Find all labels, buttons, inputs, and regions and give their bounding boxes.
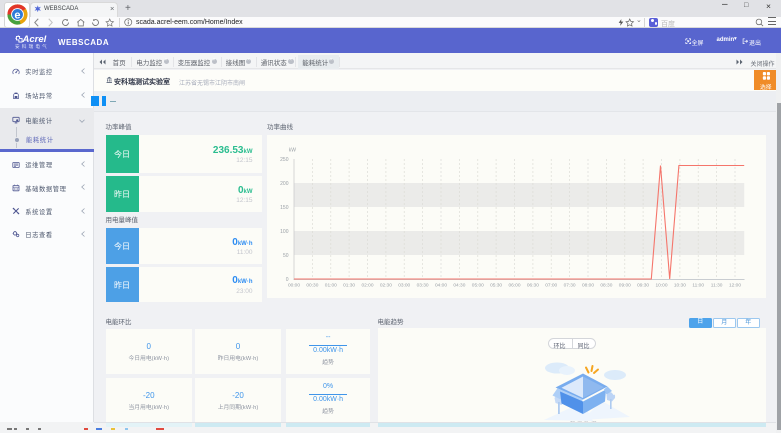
svg-text:00:00: 00:00 <box>288 283 300 289</box>
svg-text:11:00: 11:00 <box>692 283 704 289</box>
svg-text:08:30: 08:30 <box>600 283 612 289</box>
svg-text:250: 250 <box>280 157 289 163</box>
svg-text:09:00: 09:00 <box>619 283 631 289</box>
svg-text:03:00: 03:00 <box>398 283 410 289</box>
svg-text:01:00: 01:00 <box>325 283 337 289</box>
svg-text:12:00: 12:00 <box>729 283 741 289</box>
svg-text:07:00: 07:00 <box>545 283 557 289</box>
svg-text:04:30: 04:30 <box>453 283 465 289</box>
svg-text:200: 200 <box>280 181 289 187</box>
svg-text:04:00: 04:00 <box>435 283 447 289</box>
svg-text:00:30: 00:30 <box>306 283 318 289</box>
svg-text:03:30: 03:30 <box>417 283 429 289</box>
svg-text:kW: kW <box>289 148 297 154</box>
svg-text:150: 150 <box>280 205 289 211</box>
svg-text:02:30: 02:30 <box>380 283 392 289</box>
svg-text:50: 50 <box>283 253 289 259</box>
svg-text:09:30: 09:30 <box>637 283 649 289</box>
svg-text:e: e <box>14 9 20 21</box>
svg-text:11:30: 11:30 <box>711 283 723 289</box>
svg-text:0: 0 <box>286 277 289 283</box>
svg-text:06:00: 06:00 <box>508 283 520 289</box>
svg-text:05:30: 05:30 <box>490 283 502 289</box>
svg-text:06:30: 06:30 <box>527 283 539 289</box>
svg-text:10:00: 10:00 <box>655 283 667 289</box>
svg-text:05:00: 05:00 <box>472 283 484 289</box>
svg-text:02:00: 02:00 <box>361 283 373 289</box>
svg-text:10:30: 10:30 <box>674 283 686 289</box>
svg-text:01:30: 01:30 <box>343 283 355 289</box>
svg-text:100: 100 <box>280 229 289 235</box>
svg-text:08:00: 08:00 <box>582 283 594 289</box>
svg-text:07:30: 07:30 <box>564 283 576 289</box>
